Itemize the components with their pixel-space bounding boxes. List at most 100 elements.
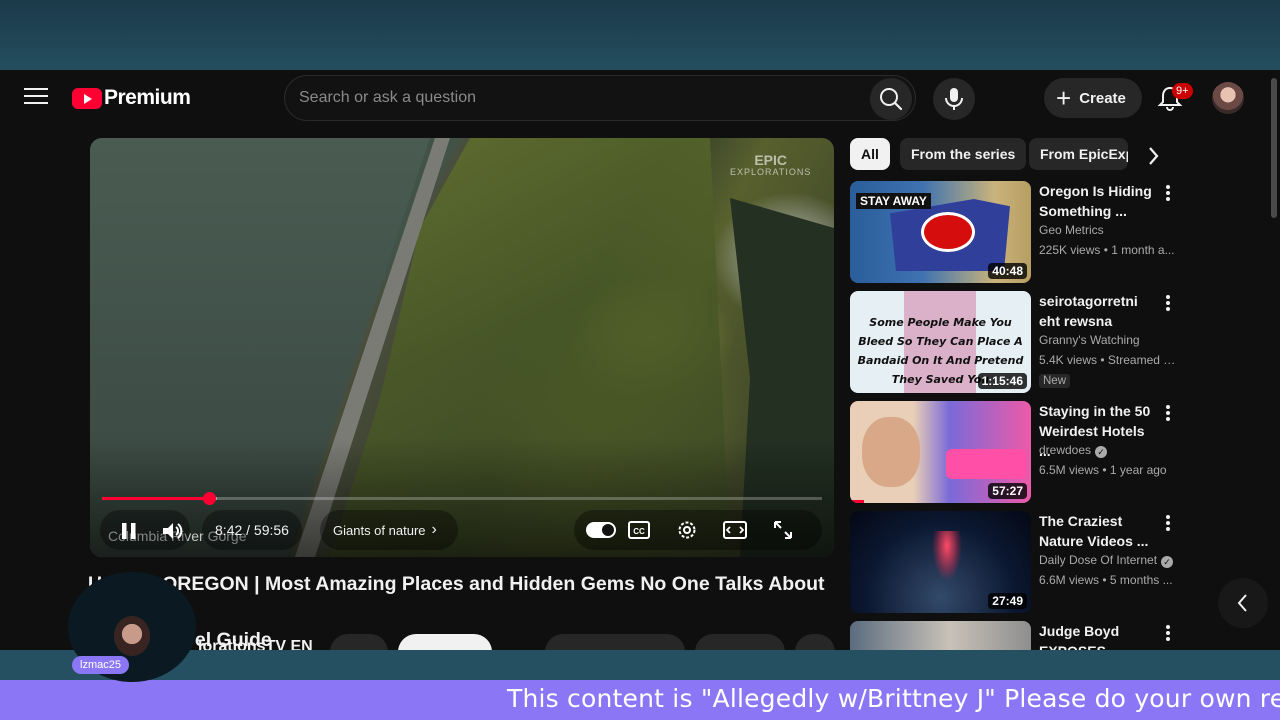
thumbnail-face	[862, 417, 920, 487]
cam-username: lzmac25	[72, 656, 129, 674]
like-dislike-button[interactable]	[545, 634, 685, 650]
rec-meta: 5.4K views • Streamed 2...	[1039, 353, 1179, 367]
recommendation-item[interactable]: Judge Boyd EXPOSES 'Fakin...	[850, 621, 1260, 650]
duration-badge: 1:15:46	[977, 373, 1027, 389]
rec-channel[interactable]: drewdoes ✓	[1039, 443, 1108, 458]
notifications-badge: 9+	[1172, 83, 1193, 99]
create-button[interactable]: + Create	[1044, 78, 1142, 118]
time-text: 8:42 / 59:56	[215, 522, 289, 538]
create-label: Create	[1079, 89, 1126, 107]
video-thumbnail[interactable]: Some People Make You Bleed So They Can P…	[850, 291, 1031, 393]
youtube-app: Premium + Create 9+ EPIC	[0, 70, 1280, 650]
subscribe-button[interactable]	[398, 634, 492, 650]
search-button[interactable]	[870, 78, 912, 120]
channel-row: lorationsTV EN	[90, 634, 835, 650]
player-settings-controls: CC	[574, 510, 822, 550]
search-box	[284, 75, 916, 121]
closed-captions-icon[interactable]: CC	[627, 519, 651, 541]
ticker-banner: This content is "Allegedly w/Brittney J"…	[0, 680, 1280, 720]
chevron-right-icon: ›	[431, 521, 437, 538]
chip-from-the-series[interactable]: From the series	[900, 138, 1027, 170]
collapse-panel-button[interactable]	[1218, 578, 1268, 628]
svg-text:CC: CC	[633, 527, 645, 536]
thumbnail-highlight	[924, 215, 972, 249]
volume-icon[interactable]	[160, 519, 184, 543]
rec-channel[interactable]: Daily Dose Of Internet ✓	[1039, 553, 1174, 568]
recommendation-item[interactable]: 57:27 Staying in the 50 Weirdest Hotels …	[850, 401, 1260, 503]
scrubber-handle[interactable]	[202, 492, 216, 505]
rec-meta: 6.5M views • 1 year ago	[1039, 463, 1167, 477]
video-thumbnail[interactable]: STAY AWAY 40:48	[850, 181, 1031, 283]
more-vert-icon[interactable]	[1160, 515, 1176, 535]
video-thumbnail[interactable]: 57:27	[850, 401, 1031, 503]
more-vert-icon[interactable]	[1160, 185, 1176, 205]
recommendation-item[interactable]: 27:49 The Craziest Nature Videos ... Dai…	[850, 511, 1260, 613]
stream-overlay-bottom-band	[0, 650, 1280, 680]
recommendation-item[interactable]: Some People Make You Bleed So They Can P…	[850, 291, 1260, 393]
join-button[interactable]	[330, 634, 388, 650]
stream-overlay-top-band	[0, 0, 1280, 70]
rec-meta: 6.6M views • 5 months ...	[1039, 573, 1173, 587]
voice-search-button[interactable]	[933, 78, 975, 120]
rec-title[interactable]: Oregon Is Hiding Something ...	[1039, 181, 1159, 221]
autoplay-toggle[interactable]	[574, 510, 622, 550]
duration-badge: 40:48	[988, 263, 1027, 279]
progress-bar[interactable]	[102, 492, 822, 505]
verified-icon: ✓	[1095, 446, 1108, 458]
chevron-left-icon	[1237, 594, 1247, 612]
more-vert-icon[interactable]	[1160, 625, 1176, 645]
channel-watermark: EPIC EXPLORATIONS	[730, 153, 812, 178]
thumbnail-text: STAY AWAY	[856, 193, 931, 209]
logo-text: Premium	[104, 86, 191, 109]
video-player[interactable]: EPIC EXPLORATIONS Columbia River Gorge 8…	[90, 138, 834, 557]
time-display: 8:42 / 59:56	[202, 510, 302, 550]
settings-gear-icon[interactable]	[675, 518, 699, 542]
rec-title[interactable]: The Craziest Nature Videos ...	[1039, 511, 1159, 551]
progress-played	[102, 497, 209, 500]
chip-all[interactable]: All	[850, 138, 890, 170]
share-button[interactable]	[695, 634, 785, 650]
ticker-text: This content is "Allegedly w/Brittney J"…	[507, 684, 1280, 713]
pause-icon[interactable]	[118, 520, 140, 542]
rec-channel[interactable]: Granny's Watching	[1039, 333, 1140, 347]
rec-title[interactable]: Judge Boyd EXPOSES 'Fakin...	[1039, 621, 1159, 650]
more-actions-button[interactable]	[795, 634, 835, 650]
rec-channel-name: drewdoes	[1039, 443, 1092, 457]
streamer-face	[114, 616, 150, 656]
more-vert-icon[interactable]	[1160, 295, 1176, 315]
more-vert-icon[interactable]	[1160, 405, 1176, 425]
video-title-line1: OREGON | Most Amazing Places and Hidden …	[88, 573, 825, 623]
thumbnail-bed	[946, 449, 1026, 479]
recommendation-item[interactable]: STAY AWAY 40:48 Oregon Is Hiding Somethi…	[850, 181, 1260, 283]
chapter-button[interactable]: Giants of nature ›	[320, 510, 458, 550]
rec-meta: 225K views • 1 month a...	[1039, 243, 1175, 257]
microphone-icon	[945, 88, 963, 110]
new-badge: New	[1039, 374, 1071, 388]
search-icon	[880, 88, 903, 111]
page-scrollbar[interactable]	[1268, 70, 1280, 650]
theater-mode-icon[interactable]	[723, 519, 747, 541]
chevron-right-icon[interactable]	[1140, 142, 1168, 170]
autoplay-toggle-icon	[586, 522, 616, 538]
playback-controls	[100, 510, 190, 550]
youtube-premium-logo[interactable]: Premium	[72, 86, 191, 110]
account-avatar[interactable]	[1212, 82, 1244, 114]
rec-title[interactable]: seirotagorretni eht rewsna	[1039, 291, 1159, 331]
chapter-label: Giants of nature	[333, 522, 426, 538]
scrollbar-thumb[interactable]	[1271, 78, 1277, 218]
rec-channel[interactable]: Geo Metrics	[1039, 223, 1104, 237]
watched-progress	[850, 500, 864, 503]
rec-channel-name: Daily Dose Of Internet	[1039, 553, 1158, 567]
fullscreen-icon[interactable]	[771, 518, 795, 542]
video-thumbnail[interactable]	[850, 621, 1031, 650]
plus-icon: +	[1056, 83, 1072, 113]
duration-badge: 27:49	[988, 593, 1027, 609]
channel-name[interactable]: lorationsTV EN	[198, 638, 313, 650]
video-thumbnail[interactable]: 27:49	[850, 511, 1031, 613]
search-input[interactable]	[299, 76, 859, 120]
watermark-line2: EXPLORATIONS	[730, 167, 812, 177]
thumbnail-sprite	[932, 531, 962, 581]
menu-icon[interactable]	[22, 88, 50, 108]
chip-from-epicexp[interactable]: From EpicExp	[1029, 138, 1128, 170]
youtube-play-logo-icon	[72, 87, 102, 109]
